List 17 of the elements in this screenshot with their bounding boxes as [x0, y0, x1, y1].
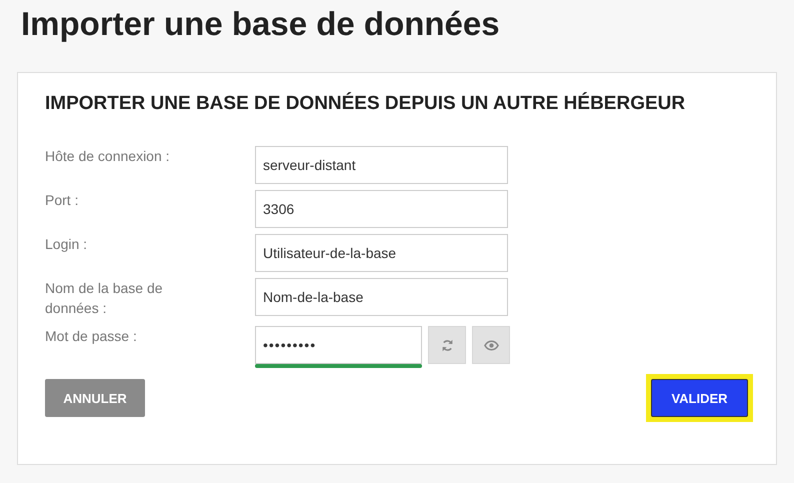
field-label: Hôte de connexion :: [45, 147, 171, 166]
field-label: Mot de passe :: [45, 327, 138, 346]
refresh-icon: [440, 338, 454, 352]
field-label: Login :: [45, 235, 88, 254]
form-title: IMPORTER UNE BASE DE DONNÉES DEPUIS UN AUTRE HÉBERGEUR: [45, 93, 686, 115]
input-field[interactable]: serveur-distant: [255, 146, 508, 184]
show-password-button[interactable]: [472, 326, 510, 364]
password-field[interactable]: •••••••••: [255, 326, 422, 364]
eye-icon: [484, 340, 498, 350]
refresh-button[interactable]: [428, 326, 466, 364]
input-field[interactable]: Nom-de-la-base: [255, 278, 508, 316]
field-label: Port :: [45, 191, 80, 210]
field-label: Nom de la base de données :: [45, 279, 164, 318]
page-title: Importer une base de données: [20, 4, 501, 44]
input-field[interactable]: Utilisateur-de-la-base: [255, 234, 508, 272]
input-field[interactable]: 3306: [255, 190, 508, 228]
validate-button[interactable]: VALIDER: [651, 379, 748, 417]
